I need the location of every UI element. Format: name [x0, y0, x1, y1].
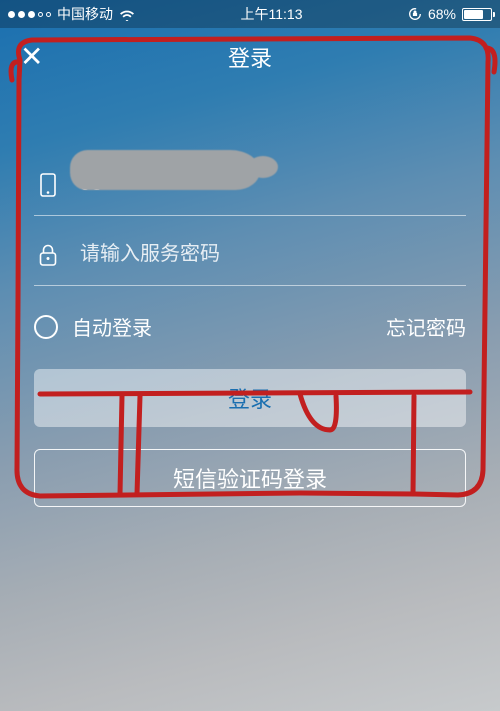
sms-login-button[interactable]: 短信验证码登录: [34, 449, 466, 507]
auto-login-label: 自动登录: [72, 312, 152, 341]
status-bar: 中国移动 上午11:13 68%: [0, 0, 500, 28]
auto-login-toggle[interactable]: 自动登录: [34, 312, 152, 341]
login-form: 自动登录 忘记密码 登录 短信验证码登录: [0, 86, 500, 507]
lock-icon: [34, 241, 62, 269]
wifi-icon: [119, 8, 135, 20]
forgot-password-link[interactable]: 忘记密码: [386, 312, 466, 341]
login-button[interactable]: 登录: [34, 369, 466, 427]
nav-bar: ✕ 登录: [0, 28, 500, 86]
phone-icon: [34, 171, 62, 199]
status-right: 68%: [408, 6, 492, 22]
redaction-smudge: [70, 150, 260, 190]
radio-icon: [34, 315, 58, 339]
password-field-row: [34, 224, 466, 286]
signal-dots: [8, 11, 51, 18]
clock: 上午11:13: [240, 4, 302, 24]
battery-icon: [462, 8, 492, 21]
page-title: 登录: [228, 41, 272, 73]
orientation-lock-icon: [408, 7, 422, 21]
carrier-label: 中国移动: [57, 4, 113, 24]
close-icon[interactable]: ✕: [20, 43, 43, 71]
battery-percent: 68%: [428, 6, 456, 22]
password-input[interactable]: [80, 243, 466, 266]
status-left: 中国移动: [8, 4, 135, 24]
login-screen: 中国移动 上午11:13 68% ✕ 登录: [0, 0, 500, 711]
options-row: 自动登录 忘记密码: [34, 312, 466, 341]
